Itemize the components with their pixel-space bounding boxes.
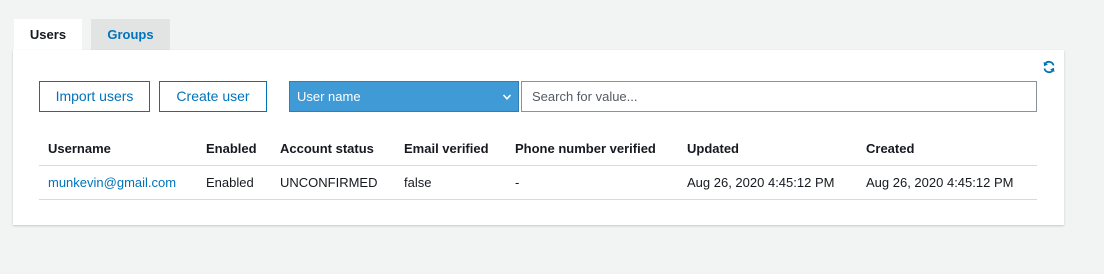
column-header-updated[interactable]: Updated	[678, 133, 857, 166]
username-link[interactable]: munkevin@gmail.com	[48, 175, 176, 190]
created-cell: Aug 26, 2020 4:45:12 PM	[857, 165, 1037, 200]
column-header-email-verified[interactable]: Email verified	[395, 133, 506, 166]
column-header-phone-verified[interactable]: Phone number verified	[506, 133, 678, 166]
import-users-button[interactable]: Import users	[39, 81, 150, 112]
column-header-enabled[interactable]: Enabled	[197, 133, 271, 166]
tab-users[interactable]: Users	[14, 19, 82, 50]
enabled-cell: Enabled	[197, 165, 271, 200]
column-header-account-status[interactable]: Account status	[271, 133, 395, 166]
account-status-cell: UNCONFIRMED	[271, 165, 395, 200]
filter-attribute-select[interactable]: User name	[289, 81, 519, 112]
username-cell: munkevin@gmail.com	[39, 165, 197, 200]
tab-bar: Users Groups	[14, 19, 170, 50]
users-table: Username Enabled Account status Email ve…	[39, 133, 1037, 200]
refresh-icon[interactable]	[1042, 60, 1056, 74]
phone-verified-cell: -	[506, 165, 678, 200]
column-header-username[interactable]: Username	[39, 133, 197, 166]
table-row: munkevin@gmail.com Enabled UNCONFIRMED f…	[39, 165, 1037, 200]
search-input[interactable]	[521, 81, 1037, 112]
create-user-button[interactable]: Create user	[159, 81, 267, 112]
table-header-row: Username Enabled Account status Email ve…	[39, 133, 1037, 166]
updated-cell: Aug 26, 2020 4:45:12 PM	[678, 165, 857, 200]
tab-groups[interactable]: Groups	[91, 19, 170, 50]
filter-attribute-value: User name	[297, 89, 361, 104]
column-header-created[interactable]: Created	[857, 133, 1037, 166]
chevron-down-icon	[502, 94, 512, 100]
email-verified-cell: false	[395, 165, 506, 200]
